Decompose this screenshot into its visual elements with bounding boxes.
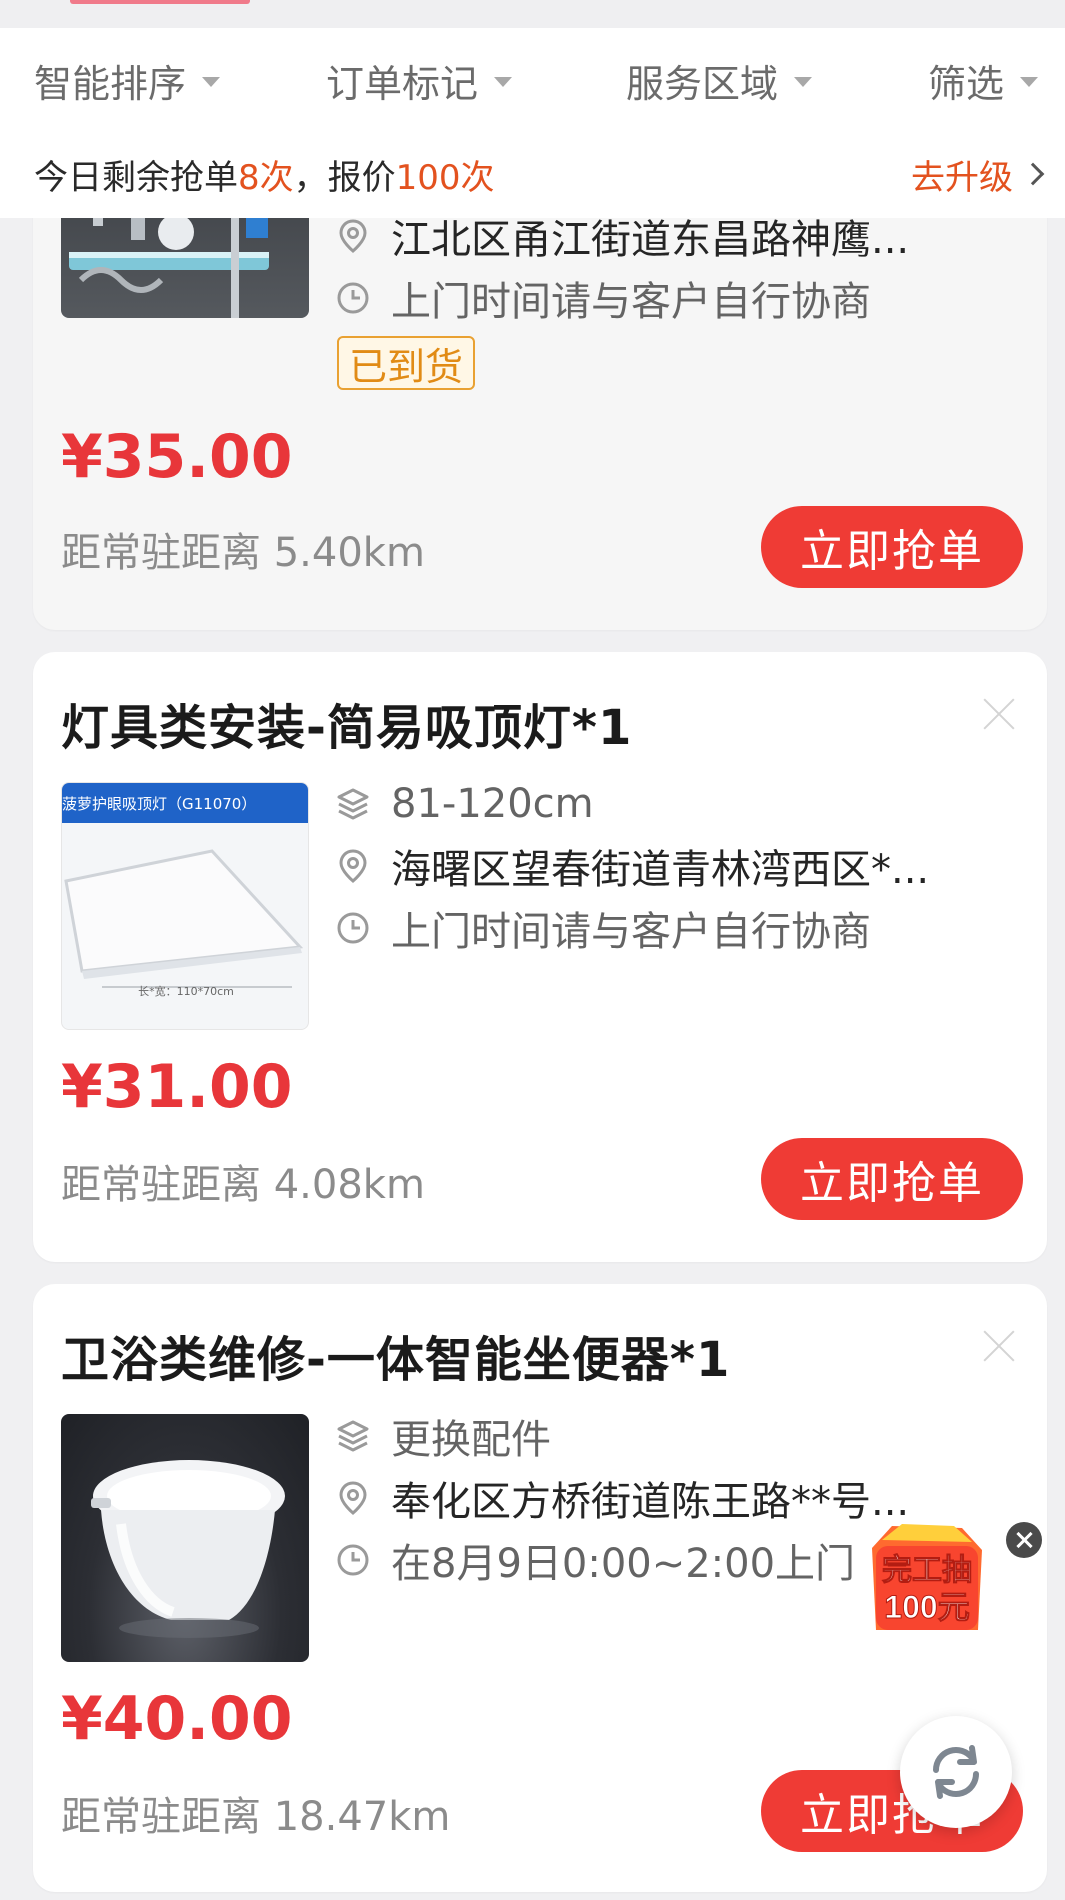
clock-icon xyxy=(337,1544,369,1576)
visit-time-text: 在8月9日0:00~2:00上门 xyxy=(391,1541,856,1587)
layers-icon xyxy=(337,788,369,820)
caret-down-icon xyxy=(1020,77,1039,87)
product-image xyxy=(61,1414,309,1662)
clock-icon xyxy=(337,912,369,944)
spec-text: 更换配件 xyxy=(391,1417,551,1463)
filter-service-area-label: 服务区域 xyxy=(626,61,779,106)
product-label: 菠萝护眼吸顶灯（G11070） xyxy=(62,795,257,813)
grab-order-button[interactable]: 立即抢单 xyxy=(761,506,1023,588)
address-row: 奉化区方桥街道陈王路**号... xyxy=(335,1470,909,1526)
caret-down-icon xyxy=(494,77,513,87)
product-size: 长*宽：110*70cm xyxy=(138,985,234,998)
promo-line2: 100元 xyxy=(884,1589,969,1625)
refresh-icon xyxy=(933,1745,979,1799)
filter-tabs: 智能排序 订单标记 服务区域 筛选 xyxy=(0,28,1065,126)
grab-order-button[interactable]: 立即抢单 xyxy=(761,1138,1023,1220)
spec-row: 更换配件 xyxy=(335,1408,551,1464)
distance-text: 距常驻距离 5.40km xyxy=(61,530,425,576)
price: ¥40.00 xyxy=(61,1684,293,1754)
address-row: 海曙区望春街道青林湾西区*... xyxy=(335,838,929,894)
filter-sort[interactable]: 智能排序 xyxy=(34,52,221,108)
order-card[interactable]: 江北区甬江街道东昌路神鹰... 上门时间请与客户自行协商 已到货 ¥35.00 … xyxy=(33,140,1047,630)
address-text: 海曙区望春街道青林湾西区*... xyxy=(391,847,930,893)
spec-row: 81-120cm xyxy=(335,776,594,832)
caret-down-icon xyxy=(794,77,813,87)
filter-service-area[interactable]: 服务区域 xyxy=(626,52,813,108)
status-strip xyxy=(0,0,1065,28)
location-pin-icon xyxy=(339,219,367,253)
caret-down-icon xyxy=(202,77,221,87)
price: ¥31.00 xyxy=(61,1052,293,1122)
promo-badge[interactable]: 完工抽 100元 xyxy=(862,1518,990,1642)
upgrade-label: 去升级 xyxy=(911,157,1013,198)
status-badge: 已到货 xyxy=(337,336,476,390)
quota-text: 今日剩余抢单 8次 ，报价 100次 xyxy=(34,148,495,200)
layers-icon xyxy=(337,1420,369,1452)
quota-separator: ，报价 xyxy=(293,157,396,198)
order-title: 卫浴类维修-一体智能坐便器*1 xyxy=(61,1332,731,1388)
order-title: 灯具类安装-简易吸顶灯*1 xyxy=(61,700,633,756)
close-icon[interactable] xyxy=(981,1328,1017,1364)
close-icon[interactable] xyxy=(981,696,1017,732)
filter-screen[interactable]: 筛选 xyxy=(928,52,1039,108)
location-pin-icon xyxy=(339,1481,367,1515)
filter-screen-label: 筛选 xyxy=(928,61,1005,106)
quote-count: 100次 xyxy=(395,157,495,198)
price: ¥35.00 xyxy=(61,422,293,492)
promo-line1: 完工抽 xyxy=(882,1553,972,1587)
grab-count: 8次 xyxy=(238,157,294,198)
order-card[interactable]: 灯具类安装-简易吸顶灯*1 菠萝护眼吸顶灯（G11070） 长*宽：110*70… xyxy=(33,652,1047,1262)
visit-time-row: 上门时间请与客户自行协商 xyxy=(335,900,871,956)
product-image: 菠萝护眼吸顶灯（G11070） 长*宽：110*70cm xyxy=(61,782,309,1030)
upgrade-link[interactable]: 去升级 xyxy=(911,148,1045,200)
quota-prefix: 今日剩余抢单 xyxy=(34,157,238,198)
distance-text: 距常驻距离 18.47km xyxy=(61,1794,451,1840)
promo-close-icon[interactable] xyxy=(1006,1522,1042,1558)
tab-indicator xyxy=(70,0,250,4)
clock-icon xyxy=(337,282,369,314)
visit-time-text: 上门时间请与客户自行协商 xyxy=(391,279,871,325)
address-text: 奉化区方桥街道陈王路**号... xyxy=(391,1479,910,1525)
filter-order-mark[interactable]: 订单标记 xyxy=(326,52,513,108)
visit-time-row: 在8月9日0:00~2:00上门 xyxy=(335,1532,855,1588)
filter-sort-label: 智能排序 xyxy=(34,61,187,106)
refresh-button[interactable] xyxy=(900,1716,1012,1828)
visit-time-text: 上门时间请与客户自行协商 xyxy=(391,909,871,955)
spec-text: 81-120cm xyxy=(391,781,594,827)
location-pin-icon xyxy=(339,849,367,883)
visit-time-row: 上门时间请与客户自行协商 xyxy=(335,270,871,326)
filter-order-mark-label: 订单标记 xyxy=(326,61,479,106)
chevron-right-icon xyxy=(1021,162,1045,186)
filter-header: 智能排序 订单标记 服务区域 筛选 今日剩余抢单 8次 ，报价 100次 去升级 xyxy=(0,28,1065,218)
distance-text: 距常驻距离 4.08km xyxy=(61,1162,425,1208)
